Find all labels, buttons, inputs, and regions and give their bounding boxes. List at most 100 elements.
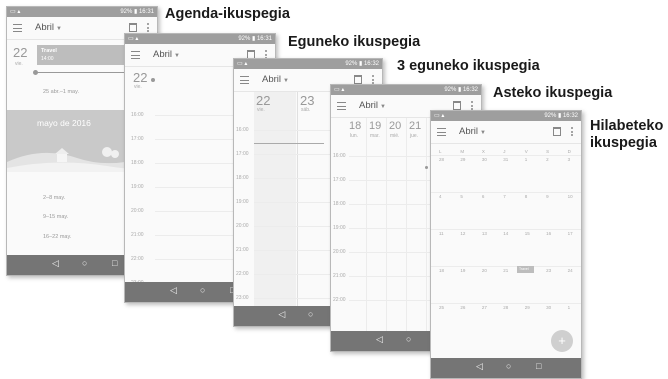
month-day-cell[interactable]: 27 <box>482 305 487 310</box>
back-button[interactable]: ◁ <box>278 309 285 320</box>
week-day-number[interactable]: 20 <box>389 120 401 132</box>
month-day-cell[interactable]: 6 <box>482 194 485 199</box>
hour-label: 21:00 <box>333 273 346 279</box>
month-title[interactable]: Abril ▼ <box>359 100 386 111</box>
month-day-cell[interactable]: 29 <box>525 305 530 310</box>
status-bar: ▭ ▴ 92% ▮ 16:32 <box>331 85 481 95</box>
month-day-cell[interactable]: 7 <box>503 194 506 199</box>
month-day-cell[interactable]: 5 <box>460 194 463 199</box>
month-day-cell[interactable]: 8 <box>525 194 528 199</box>
status-bar: ▭ ▴ 92% ▮ 16:31 <box>125 34 275 44</box>
hour-label: 18:00 <box>333 201 346 207</box>
now-dot <box>425 166 428 169</box>
month-day-cell[interactable]: 16 <box>546 231 551 236</box>
agenda-week-3: 16–22 may. <box>43 234 72 240</box>
month-day-cell[interactable]: 4 <box>439 194 442 199</box>
hour-label: 22:00 <box>236 271 249 277</box>
week-day-number[interactable]: 18 <box>349 120 361 132</box>
more-icon[interactable] <box>571 127 573 138</box>
week-day-name: mié. <box>390 133 400 139</box>
month-title[interactable]: Abril ▼ <box>459 126 486 137</box>
month-day-cell[interactable]: 13 <box>482 231 487 236</box>
hour-label: 16:00 <box>333 153 346 159</box>
month-day-cell[interactable]: 29 <box>460 157 465 162</box>
more-icon[interactable] <box>147 23 149 34</box>
calendar-icon[interactable] <box>129 23 137 32</box>
month-day-cell[interactable]: 14 <box>503 231 508 236</box>
menu-icon[interactable] <box>337 102 346 110</box>
month-day-cell[interactable]: 23 <box>546 268 551 273</box>
menu-icon[interactable] <box>240 76 249 84</box>
month-day-cell[interactable]: 11 <box>439 231 444 236</box>
add-event-fab[interactable]: + <box>551 330 573 352</box>
weekday-header: V <box>524 149 528 154</box>
back-button[interactable]: ◁ <box>52 258 59 269</box>
home-button[interactable]: ○ <box>506 361 511 371</box>
month-banner-title: mayo de 2016 <box>37 118 91 128</box>
home-button[interactable]: ○ <box>406 334 411 344</box>
month-day-cell[interactable]: 30 <box>482 157 487 162</box>
menu-icon[interactable] <box>131 51 140 59</box>
weekday-header: S <box>546 149 550 154</box>
month-day-cell[interactable]: 1 <box>568 305 571 310</box>
month-day-cell[interactable]: 21 <box>503 268 508 273</box>
month-day-cell[interactable]: 24 <box>568 268 573 273</box>
event-title: Travel <box>41 48 57 54</box>
month-day-cell[interactable]: 28 <box>439 157 444 162</box>
week-day-name: jue. <box>410 133 419 139</box>
agenda-day-number: 22 <box>13 45 28 60</box>
status-bar: ▭ ▴ 92% ▮ 16:31 <box>7 7 157 17</box>
month-day-cell[interactable]: 9 <box>546 194 549 199</box>
month-day-cell[interactable]: 2 <box>546 157 549 162</box>
month-day-cell[interactable]: 31 <box>503 157 508 162</box>
label-month-view-2: ikuspegia <box>590 135 657 151</box>
calendar-icon[interactable] <box>553 127 561 136</box>
menu-icon[interactable] <box>437 128 446 136</box>
month-day-cell[interactable]: 15 <box>525 231 530 236</box>
month-title[interactable]: Abril ▼ <box>262 74 289 85</box>
calendar-icon[interactable] <box>354 75 362 84</box>
hour-label: 20:00 <box>131 208 144 214</box>
hour-label: 20:00 <box>333 249 346 255</box>
month-day-cell[interactable]: 26 <box>460 305 465 310</box>
month-day-cell[interactable]: 20 <box>482 268 487 273</box>
screen-month: ▭ ▴ 92% ▮ 16:32 Abril ▼ L M X J V S D 28 29 30 31 1 2 3… <box>430 110 582 379</box>
add-icon: + <box>558 333 566 348</box>
day2-number: 23 <box>300 93 315 108</box>
day-name: vie. <box>134 84 142 90</box>
month-title[interactable]: Abril ▼ <box>35 22 62 33</box>
now-line <box>254 143 324 144</box>
menu-icon[interactable] <box>13 24 22 32</box>
month-event-label: Travel <box>519 267 529 271</box>
month-day-cell[interactable]: 12 <box>460 231 465 236</box>
month-day-cell[interactable]: 19 <box>460 268 465 273</box>
recent-apps-button[interactable]: □ <box>536 361 541 371</box>
month-day-cell[interactable]: 10 <box>568 194 573 199</box>
month-day-cell[interactable]: 1 <box>525 157 528 162</box>
month-day-cell[interactable]: 30 <box>546 305 551 310</box>
month-event[interactable]: Travel <box>517 266 534 273</box>
week-day-number[interactable]: 21 <box>409 120 421 132</box>
hour-label: 19:00 <box>131 184 144 190</box>
week-day-name: lun. <box>350 133 359 139</box>
status-bar: ▭ ▴ 92% ▮ 16:32 <box>234 59 382 69</box>
home-button[interactable]: ○ <box>82 258 87 268</box>
month-day-cell[interactable]: 28 <box>503 305 508 310</box>
home-button[interactable]: ○ <box>308 309 313 319</box>
home-button[interactable]: ○ <box>200 285 205 295</box>
calendar-icon[interactable] <box>453 101 461 110</box>
now-dot <box>151 78 155 82</box>
month-day-cell[interactable]: 3 <box>568 157 571 162</box>
month-day-cell[interactable]: 25 <box>439 305 444 310</box>
weekday-header: X <box>481 149 485 154</box>
month-day-cell[interactable]: 17 <box>568 231 573 236</box>
back-button[interactable]: ◁ <box>376 334 383 345</box>
week-day-number[interactable]: 19 <box>369 120 381 132</box>
hour-label: 22:00 <box>131 256 144 262</box>
back-button[interactable]: ◁ <box>476 361 483 372</box>
back-button[interactable]: ◁ <box>170 285 177 296</box>
day-number: 22 <box>133 70 148 85</box>
recent-apps-button[interactable]: □ <box>112 258 117 268</box>
month-title[interactable]: Abril ▼ <box>153 49 180 60</box>
month-day-cell[interactable]: 18 <box>439 268 444 273</box>
